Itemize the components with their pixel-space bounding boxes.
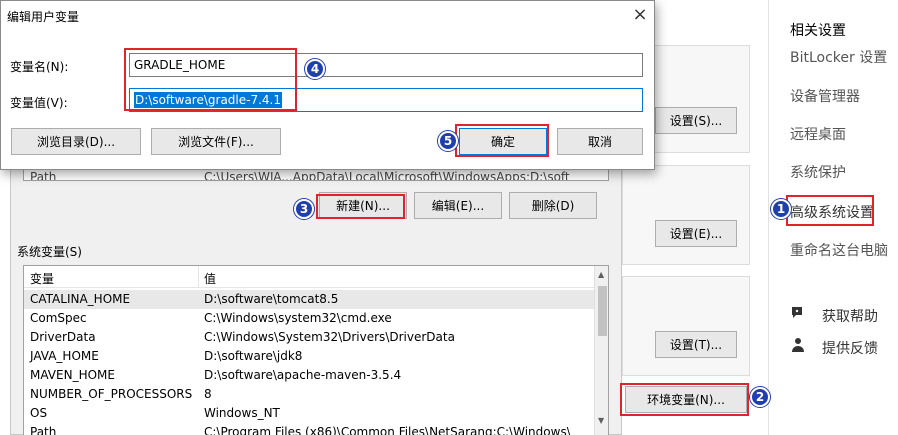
settings-e-button[interactable]: 设置(E)... bbox=[655, 220, 737, 247]
step-marker-5: 5 bbox=[438, 131, 458, 151]
system-variables-list[interactable]: 变量 值 CATALINA_HOME D:\software\tomcat8.5… bbox=[23, 265, 609, 435]
var-value: C:\Program Files (x86)\Common Files\NetS… bbox=[204, 425, 571, 435]
column-divider bbox=[198, 266, 199, 288]
get-help-label: 获取帮助 bbox=[822, 309, 878, 325]
var-name: CATALINA_HOME bbox=[30, 292, 131, 306]
link-system-protection[interactable]: 系统保护 bbox=[790, 162, 846, 182]
var-value: C:\Windows\system32\cmd.exe bbox=[204, 311, 392, 325]
var-value: D:\software\tomcat8.5 bbox=[204, 292, 339, 306]
step-marker-1: 1 bbox=[771, 199, 791, 219]
related-settings-title: 相关设置 bbox=[790, 23, 846, 39]
table-row[interactable]: JAVA_HOME D:\software\jdk8 bbox=[24, 347, 594, 366]
table-row[interactable]: CATALINA_HOME D:\software\tomcat8.5 bbox=[24, 290, 594, 309]
column-header-value[interactable]: 值 bbox=[204, 270, 216, 287]
link-remote-desktop[interactable]: 远程桌面 bbox=[790, 124, 846, 144]
cancel-button[interactable]: 取消 bbox=[557, 128, 643, 155]
user-profiles-group bbox=[622, 165, 750, 265]
environment-variables-button[interactable]: 环境变量(N)... bbox=[625, 386, 747, 413]
settings-t-button[interactable]: 设置(T)... bbox=[655, 331, 737, 358]
variable-value-field[interactable]: D:\software\gradle-7.4.1 bbox=[129, 88, 643, 112]
var-name: MAVEN_HOME bbox=[30, 368, 115, 382]
user-var-value: C:\Users\WJA...AppData\Local\Microsoft\W… bbox=[204, 170, 570, 181]
link-device-manager[interactable]: 设备管理器 bbox=[790, 86, 860, 106]
step-marker-4: 4 bbox=[305, 59, 325, 79]
user-var-name: Path bbox=[30, 170, 57, 181]
var-value: Windows_NT bbox=[204, 406, 280, 420]
var-value: D:\software\apache-maven-3.5.4 bbox=[204, 368, 402, 382]
var-name: DriverData bbox=[30, 330, 96, 344]
list-header: 变量 值 bbox=[24, 266, 594, 288]
var-value: 8 bbox=[204, 387, 212, 401]
var-value: C:\Windows\System32\Drivers\DriverData bbox=[204, 330, 455, 344]
close-icon[interactable]: × bbox=[629, 3, 651, 25]
var-name: ComSpec bbox=[30, 311, 87, 325]
variable-value-label: 变量值(V): bbox=[10, 96, 68, 110]
feedback-link[interactable]: 提供反馈 bbox=[790, 337, 878, 358]
scroll-down-icon[interactable]: ▼ bbox=[598, 416, 604, 425]
browse-file-button[interactable]: 浏览文件(F)... bbox=[151, 128, 281, 155]
variable-name-label: 变量名(N): bbox=[10, 60, 69, 74]
var-name: Path bbox=[30, 425, 57, 435]
browse-directory-button[interactable]: 浏览目录(D)... bbox=[11, 128, 141, 155]
edit-button[interactable]: 编辑(E)... bbox=[414, 192, 502, 219]
var-name: OS bbox=[30, 406, 48, 420]
link-rename-pc[interactable]: 重命名这台电脑 bbox=[790, 240, 888, 260]
ok-button[interactable]: 确定 bbox=[459, 128, 547, 155]
table-row[interactable]: ComSpec C:\Windows\system32\cmd.exe bbox=[24, 309, 594, 328]
variable-name-field[interactable]: GRADLE_HOME bbox=[129, 53, 643, 77]
edit-user-variable-dialog: 编辑用户变量 × 变量名(N): GRADLE_HOME 变量值(V): D:\… bbox=[0, 0, 655, 170]
new-button[interactable]: 新建(N)... bbox=[319, 192, 407, 219]
get-help-link[interactable]: 获取帮助 bbox=[790, 305, 878, 326]
dialog-title: 编辑用户变量 bbox=[7, 10, 80, 24]
var-value: D:\software\jdk8 bbox=[204, 349, 303, 363]
table-row[interactable]: OS Windows_NT bbox=[24, 404, 594, 423]
feedback-person-icon bbox=[790, 337, 808, 357]
step-marker-2: 2 bbox=[750, 387, 770, 407]
var-name: JAVA_HOME bbox=[30, 349, 99, 363]
scroll-thumb[interactable] bbox=[598, 286, 607, 336]
link-advanced-system-settings[interactable]: 高级系统设置 bbox=[790, 202, 874, 222]
step-marker-3: 3 bbox=[294, 199, 314, 219]
table-row[interactable]: DriverData C:\Windows\System32\Drivers\D… bbox=[24, 328, 594, 347]
var-name: NUMBER_OF_PROCESSORS bbox=[30, 387, 193, 401]
feedback-label: 提供反馈 bbox=[822, 341, 878, 357]
table-row[interactable]: Path C:\Program Files (x86)\Common Files… bbox=[24, 423, 594, 435]
link-bitlocker-settings[interactable]: BitLocker 设置 bbox=[790, 47, 887, 67]
table-row[interactable]: MAVEN_HOME D:\software\apache-maven-3.5.… bbox=[24, 366, 594, 385]
scroll-up-icon[interactable]: ▲ bbox=[598, 270, 604, 279]
settings-s-button[interactable]: 设置(S)... bbox=[655, 107, 737, 134]
table-row[interactable]: NUMBER_OF_PROCESSORS 8 bbox=[24, 385, 594, 404]
delete-button[interactable]: 删除(D) bbox=[509, 192, 597, 219]
list-scrollbar[interactable]: ▲ ▼ bbox=[594, 266, 608, 435]
related-settings-panel: 相关设置 BitLocker 设置 设备管理器 远程桌面 系统保护 高级系统设置… bbox=[768, 0, 898, 435]
startup-recovery-group bbox=[622, 276, 750, 376]
system-variables-label: 系统变量(S) bbox=[17, 245, 82, 259]
selected-value-text: D:\software\gradle-7.4.1 bbox=[134, 92, 283, 108]
help-chat-icon bbox=[790, 305, 808, 325]
column-header-variable[interactable]: 变量 bbox=[30, 270, 54, 287]
